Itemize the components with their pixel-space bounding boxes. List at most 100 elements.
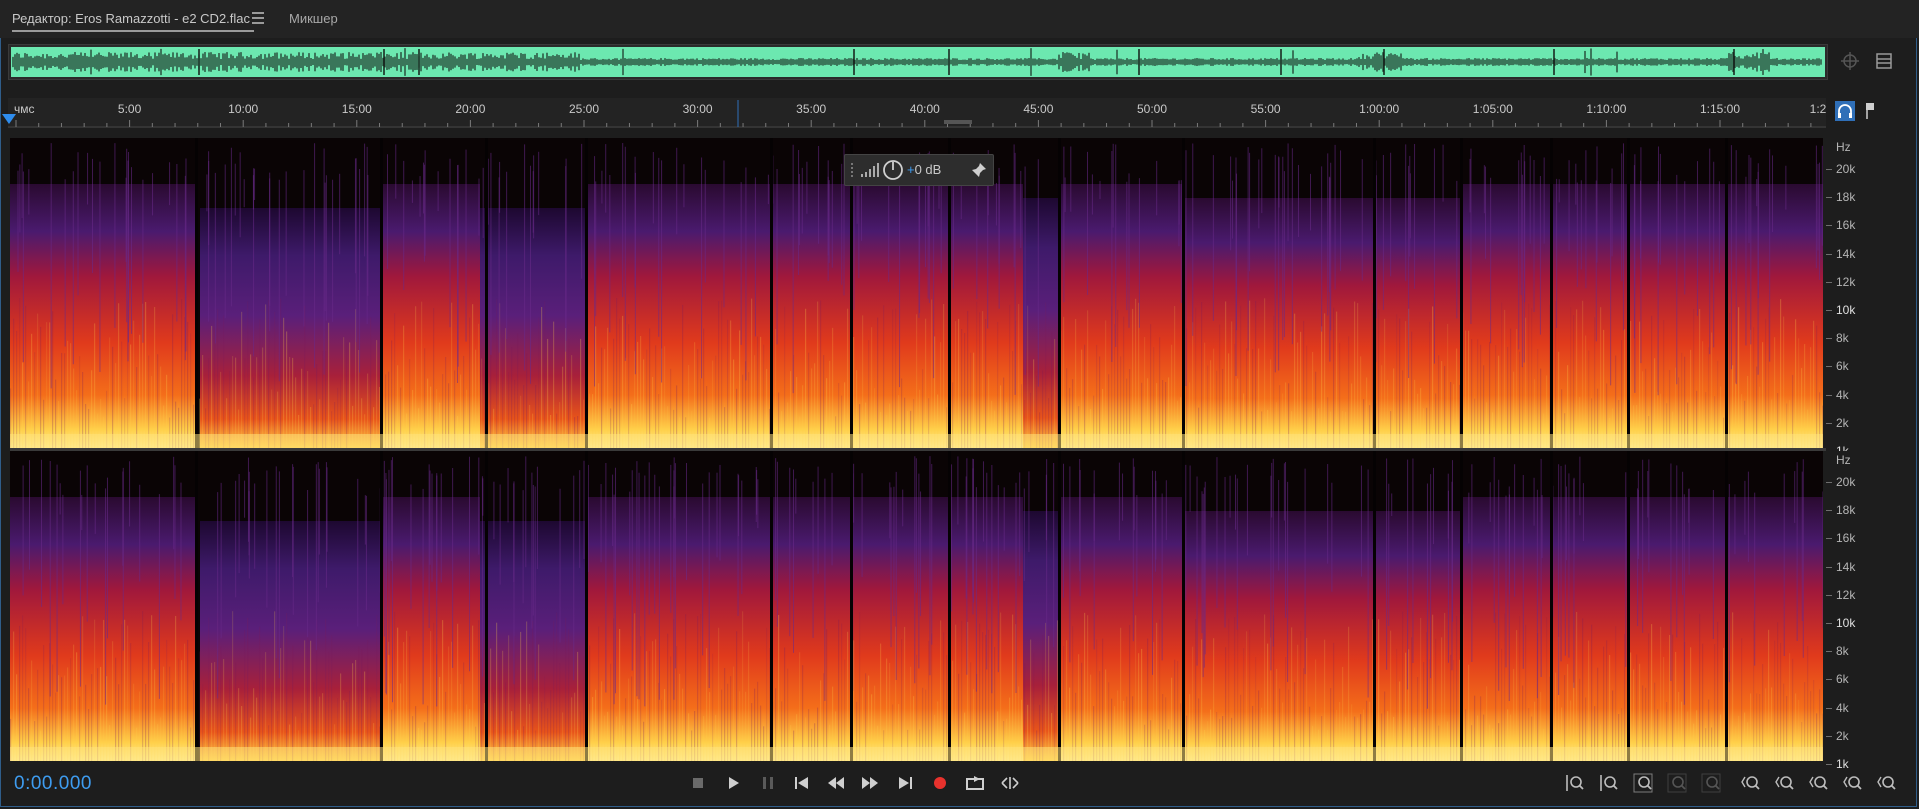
hz-label: 4k (1836, 700, 1849, 715)
zoom-in-amplitude-button[interactable] (1562, 772, 1588, 794)
hz-tick (1826, 225, 1832, 227)
playhead-marker[interactable] (2, 114, 16, 124)
hz-tick (1826, 566, 1832, 568)
ruler-tick-label: 1:10:00 (1586, 102, 1627, 116)
spectrogram-channel-right[interactable] (10, 451, 1823, 761)
current-time-display[interactable]: 0:00.000 (14, 773, 92, 795)
zoom-out-full-time-icon (1843, 776, 1862, 790)
hz-tick (1826, 594, 1832, 596)
ruler-tick-label: 55:00 (1250, 102, 1281, 116)
hz-tick (1826, 679, 1832, 681)
move-to-start-button[interactable] (789, 772, 815, 794)
panel-menu-icon[interactable] (252, 12, 264, 26)
hz-tick (1826, 197, 1832, 199)
hz-tick (1826, 366, 1832, 368)
skip-selection-icon (1001, 777, 1019, 789)
ruler-tick-label: 20:00 (455, 102, 486, 116)
rewind-icon (828, 777, 844, 789)
ruler-tick-label: 10:00 (228, 102, 259, 116)
ruler-tick-label: 15:00 (341, 102, 372, 116)
hz-tick (1826, 253, 1832, 255)
zoom-out-amplitude-button[interactable] (1596, 772, 1622, 794)
hz-label: 10k (1836, 303, 1856, 317)
hz-label: 20k (1836, 162, 1856, 176)
hz-label: 1k (1836, 757, 1849, 771)
zoom-overview-icon[interactable] (1840, 51, 1860, 71)
gain-knob-icon[interactable] (882, 159, 904, 181)
gain-value[interactable]: +0 dB (907, 162, 941, 177)
ruler-tick-label: 40:00 (909, 102, 940, 116)
zoom-out-amplitude-icon (1600, 775, 1618, 791)
hz-label: 4k (1836, 387, 1849, 402)
hz-label: 8k (1836, 644, 1849, 659)
ruler-unit-label: чмс (14, 102, 35, 116)
hz-label: 18k (1836, 503, 1856, 518)
hz-label: 10k (1836, 616, 1856, 630)
stop-icon (693, 778, 703, 788)
ruler-tick-label: 30:00 (682, 102, 713, 116)
hz-tick (1826, 281, 1832, 283)
hz-tick (1826, 169, 1832, 170)
headphones-icon[interactable] (1835, 101, 1855, 121)
zoom-in-frequency-button[interactable] (1630, 772, 1656, 794)
hz-tick (1826, 538, 1832, 540)
hz-label: 6k (1836, 672, 1849, 687)
zoom-out-time-button[interactable] (1772, 772, 1798, 794)
hz-label: 2k (1836, 728, 1849, 743)
pause-icon (763, 777, 773, 789)
zoom-out-frequency-button[interactable] (1664, 772, 1690, 794)
zoom-in-time-icon (1809, 776, 1828, 790)
hz-tick (1826, 338, 1832, 340)
move-to-end-button[interactable] (892, 772, 918, 794)
marker-pin-icon[interactable] (1860, 101, 1880, 121)
hz-tick (1826, 764, 1832, 765)
spectral-gain-hud[interactable]: +0 dB (844, 154, 994, 186)
rewind-button[interactable] (823, 772, 849, 794)
tab-mixer[interactable]: Микшер (289, 10, 338, 30)
hz-tick (1826, 623, 1832, 624)
zoom-reset-button[interactable] (1874, 772, 1900, 794)
hz-label: 16k (1836, 218, 1856, 233)
play-button[interactable] (720, 772, 746, 794)
ruler-tick-label: 5:00 (117, 102, 142, 116)
ruler-tick-label: 1:2 (1809, 102, 1827, 116)
zoom-to-selection-button[interactable] (1698, 772, 1724, 794)
list-view-icon[interactable] (1874, 51, 1894, 71)
skip-end-icon (899, 777, 912, 789)
ruler-tick-label: 45:00 (1023, 102, 1054, 116)
fast-forward-button[interactable] (857, 772, 883, 794)
panel-tabs: Редактор: Eros Ramazzotti - e2 CD2.flac … (0, 0, 1919, 38)
ruler-tick-label: 1:15:00 (1699, 102, 1741, 116)
loop-icon (966, 776, 984, 790)
zoom-reset-icon (1877, 776, 1896, 790)
hz-tick (1826, 510, 1832, 512)
skip-start-icon (795, 777, 808, 789)
zoom-in-frequency-icon (1633, 773, 1653, 793)
zoom-in-time-button[interactable] (1806, 772, 1832, 794)
zoom-in-amplitude-icon (1566, 775, 1584, 791)
skip-selection-button[interactable] (997, 772, 1023, 794)
hz-unit-label: Hz (1836, 140, 1851, 154)
loop-button[interactable] (962, 772, 988, 794)
fast-forward-icon (862, 777, 878, 789)
zoom-out-full-time-button[interactable] (1840, 772, 1866, 794)
time-ruler[interactable]: чмс 5:00 10:00 15:00 20:00 25:00 30:00 35:00 40… (8, 98, 1826, 128)
pause-button[interactable] (755, 772, 781, 794)
hz-tick (1826, 394, 1832, 396)
zoom-out-frequency-icon (1667, 773, 1687, 793)
tab-editor[interactable]: Редактор: Eros Ramazzotti - e2 CD2.flac (12, 10, 255, 32)
hz-tick (1826, 735, 1832, 737)
record-button[interactable] (927, 772, 953, 794)
hz-tick (1826, 310, 1832, 311)
pin-icon[interactable] (971, 162, 987, 178)
overview-waveform[interactable] (8, 44, 1828, 80)
frequency-scale-left: Hz 20k18k16k14k12k10k8k6k4k2k1k (1826, 138, 1906, 458)
hz-label: 12k (1836, 587, 1856, 602)
hz-tick (1826, 707, 1832, 709)
hz-label: 12k (1836, 274, 1856, 289)
hz-label: 8k (1836, 331, 1849, 346)
hz-tick (1826, 482, 1832, 483)
stop-button[interactable] (685, 772, 711, 794)
ruler-tick-label: 50:00 (1136, 102, 1168, 116)
zoom-out-full-button[interactable] (1738, 772, 1764, 794)
